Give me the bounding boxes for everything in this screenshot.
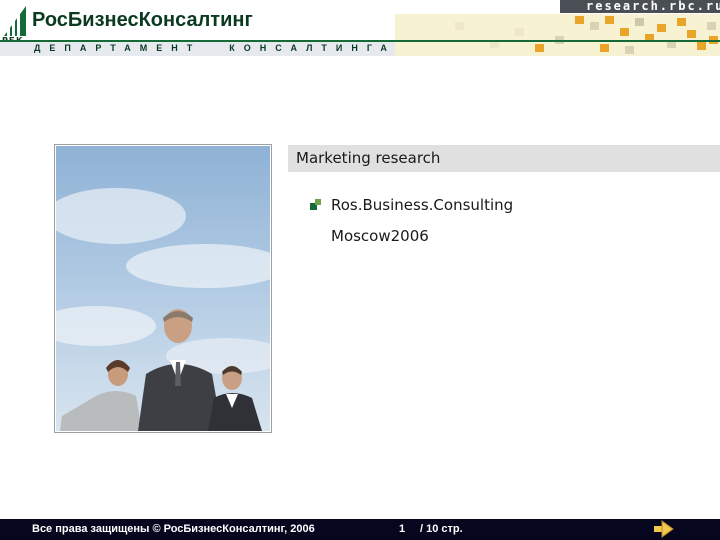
department-label: ДЕПАРТАМЕНТ КОНСАЛТИНГА [34, 43, 396, 53]
next-arrow-icon[interactable] [654, 520, 674, 538]
header-pattern [395, 14, 720, 56]
city-year: Moscow2006 [331, 227, 429, 245]
logo-brand-name: РосБизнесКонсалтинг [32, 9, 253, 31]
company-name: Ros.Business.Consulting [331, 196, 514, 214]
department-word-2: КОНСАЛТИНГА [229, 43, 396, 53]
site-url[interactable]: research.rbc.ru [586, 0, 720, 13]
page-current: 1 [399, 523, 406, 535]
business-people-photo [56, 146, 270, 431]
copyright-text: Все права защищены © РосБизнесКонсалтинг… [32, 523, 315, 535]
photo-frame [54, 144, 272, 433]
green-square-bullet-icon [310, 199, 321, 210]
department-word-1: ДЕПАРТАМЕНТ [34, 43, 202, 53]
header: РБК РосБизнесКонсалтинг research.rbc.ru … [0, 0, 720, 56]
slide-title: Marketing research [296, 149, 441, 167]
page-total: / 10 стр. [420, 523, 463, 535]
rbk-logo-icon [2, 4, 28, 38]
